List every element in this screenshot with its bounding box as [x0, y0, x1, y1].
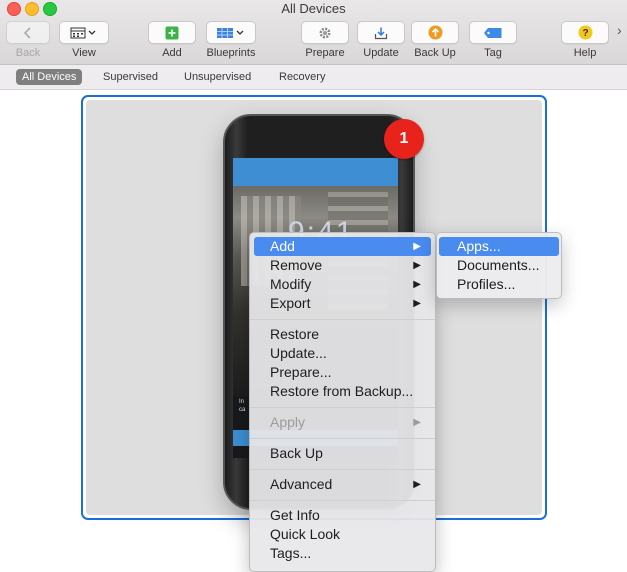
scope-all-devices[interactable]: All Devices — [16, 69, 83, 85]
plus-icon — [165, 26, 179, 39]
backup-button[interactable]: Back Up — [410, 21, 460, 59]
menu-item-label: Tags... — [270, 545, 312, 561]
menu-item-label: Modify — [270, 276, 312, 292]
menu-item-label: Quick Look — [270, 526, 341, 542]
back-label: Back — [15, 47, 41, 59]
submenu-arrow-icon: ▶ — [413, 417, 421, 428]
menu-item-restore[interactable]: Restore — [254, 325, 431, 344]
menu-item-quick-look[interactable]: Quick Look — [254, 525, 431, 544]
view-label: View — [72, 47, 96, 59]
menu-item-get-info[interactable]: Get Info — [254, 506, 431, 525]
menu-item-modify[interactable]: Modify ▶ — [254, 275, 431, 294]
add-submenu: Apps... Documents... Profiles... — [436, 232, 562, 299]
menu-item-label: Get Info — [270, 507, 320, 523]
blueprint-grid-icon — [217, 27, 244, 38]
menu-item-label: Back Up — [270, 445, 323, 461]
prepare-label: Prepare — [305, 47, 345, 59]
menu-item-advanced[interactable]: Advanced ▶ — [254, 475, 431, 494]
submenu-item-apps[interactable]: Apps... — [439, 237, 559, 256]
chevron-left-icon — [23, 26, 31, 39]
backup-label: Back Up — [414, 47, 456, 59]
blueprints-label: Blueprints — [206, 47, 256, 59]
screen-status-area — [233, 158, 398, 186]
prepare-button[interactable]: Prepare — [300, 21, 350, 59]
arrow-up-circle-icon — [428, 25, 442, 40]
back-button[interactable]: Back — [5, 21, 51, 59]
menu-item-label: Update... — [270, 345, 327, 361]
menu-item-add[interactable]: Add ▶ — [254, 237, 431, 256]
menu-item-update[interactable]: Update... — [254, 344, 431, 363]
menu-item-label: Advanced — [270, 476, 333, 492]
scope-bar: All Devices Supervised Unsupervised Reco… — [0, 65, 627, 90]
scope-supervised[interactable]: Supervised — [97, 69, 164, 85]
question-icon: ? — [578, 25, 592, 40]
menu-separator — [250, 469, 435, 470]
context-menu: Add ▶ Remove ▶ Modify ▶ Export ▶ Restore Upd… — [249, 232, 436, 572]
submenu-arrow-icon: ▶ — [413, 241, 421, 252]
update-button[interactable]: Update — [356, 21, 406, 59]
download-tray-icon — [374, 27, 388, 39]
menu-item-label: Remove — [270, 257, 323, 273]
submenu-arrow-icon: ▶ — [413, 479, 421, 490]
tag-button[interactable]: Tag — [468, 21, 518, 59]
menu-separator — [250, 438, 435, 439]
svg-text:?: ? — [582, 28, 588, 39]
menu-item-label: Restore — [270, 326, 320, 342]
menu-item-export[interactable]: Export ▶ — [254, 294, 431, 313]
view-button[interactable]: View — [58, 21, 110, 59]
submenu-arrow-icon: ▶ — [413, 298, 421, 309]
blueprints-button[interactable]: Blueprints — [202, 21, 260, 59]
window-title: All Devices — [281, 1, 346, 16]
menu-separator — [250, 319, 435, 320]
add-label: Add — [162, 47, 182, 59]
update-label: Update — [363, 47, 399, 59]
scope-unsupervised[interactable]: Unsupervised — [178, 69, 257, 85]
menu-separator — [250, 407, 435, 408]
add-button[interactable]: Add — [147, 21, 197, 59]
submenu-item-documents[interactable]: Documents... — [439, 256, 559, 275]
menu-item-label: Prepare... — [270, 364, 332, 380]
help-label: Help — [573, 47, 597, 59]
menu-item-apply: Apply ▶ — [254, 413, 431, 432]
menu-item-label: Add — [270, 238, 295, 254]
menu-item-back-up[interactable]: Back Up — [254, 444, 431, 463]
menu-item-label: Apply — [270, 414, 306, 430]
help-button[interactable]: ? Help — [560, 21, 610, 59]
tag-icon — [484, 27, 502, 38]
submenu-arrow-icon: ▶ — [413, 260, 421, 271]
gear-icon — [319, 27, 331, 38]
calendar-grid-icon — [70, 27, 96, 38]
notification-badge: 1 — [384, 119, 424, 159]
window-toolbar: All Devices Back View Add Blueprints Pre… — [0, 0, 627, 65]
menu-item-label: Export — [270, 295, 311, 311]
menu-item-remove[interactable]: Remove ▶ — [254, 256, 431, 275]
toolbar-overflow-icon[interactable]: › — [617, 22, 622, 38]
menu-item-restore-from-backup[interactable]: Restore from Backup... — [254, 382, 431, 401]
tag-label: Tag — [484, 47, 502, 59]
menu-item-label: Restore from Backup... — [270, 383, 414, 399]
scope-recovery[interactable]: Recovery — [273, 69, 331, 85]
lockscreen-text: In ca — [239, 399, 246, 413]
menu-separator — [250, 500, 435, 501]
menu-item-tags[interactable]: Tags... — [254, 544, 431, 563]
menu-item-prepare[interactable]: Prepare... — [254, 363, 431, 382]
submenu-item-profiles[interactable]: Profiles... — [439, 275, 559, 294]
submenu-arrow-icon: ▶ — [413, 279, 421, 290]
